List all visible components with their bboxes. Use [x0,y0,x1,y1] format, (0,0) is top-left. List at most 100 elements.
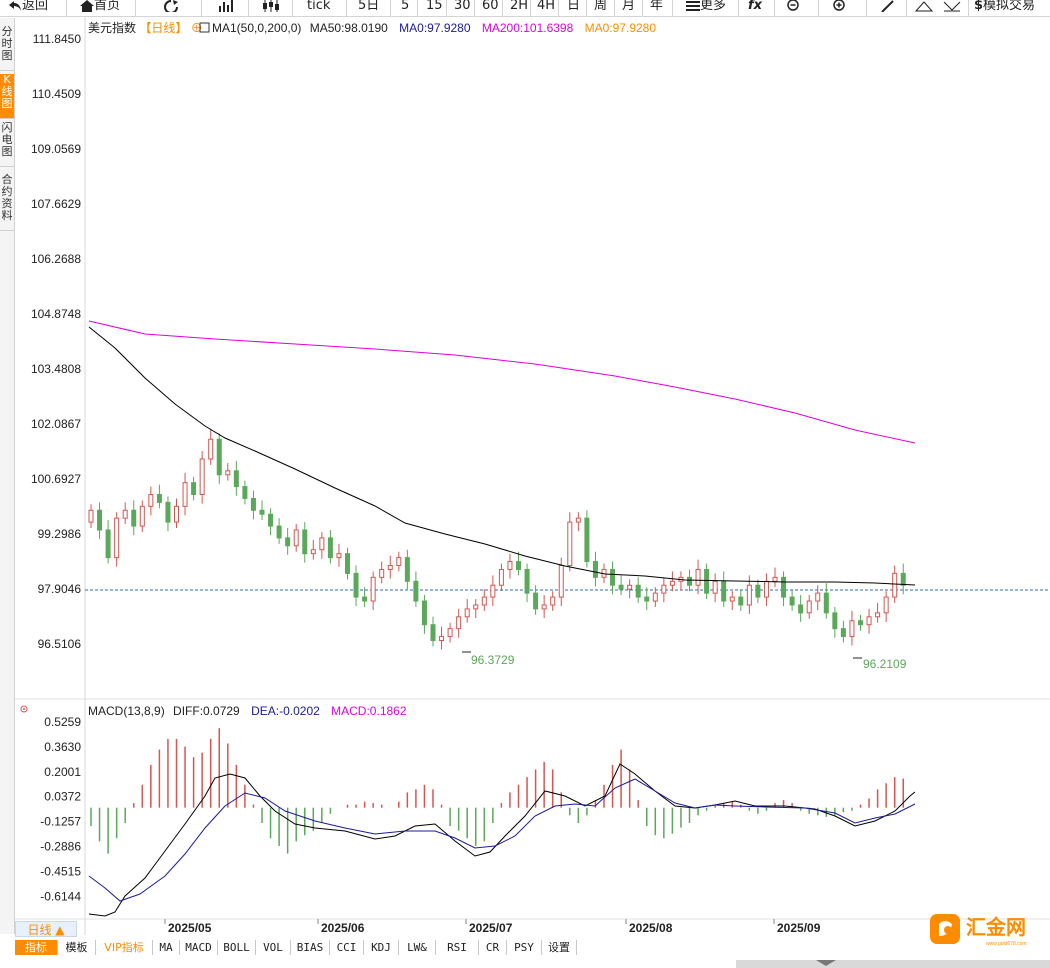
day-button[interactable]: 日 [567,0,580,16]
price-tick: 107.6629 [31,197,81,211]
candle-body [823,592,829,614]
candle-body [362,596,368,602]
h2-button[interactable]: 2H [510,0,528,16]
candle-body [558,565,564,598]
candle-body [396,557,402,567]
tab-time-chart[interactable]: 分时图 [0,26,14,71]
tick-button[interactable]: tick [307,0,330,16]
candle-body [156,493,162,503]
m60-button[interactable]: 60 [482,0,499,16]
price-tick: 99.2986 [38,527,82,541]
macd-dea: DEA:-0.0202 [251,704,320,718]
zoom-out-button[interactable] [786,0,802,16]
tab-cci[interactable]: CCI [330,940,364,955]
candle-body [498,568,504,586]
side-tab-bar: 分时图 K线图 闪电图 合约资料 [0,18,15,934]
five-day-button[interactable]: 5日 [358,0,379,16]
scroll-handle[interactable] [816,960,836,966]
tab-kdj[interactable]: KDJ [364,940,399,955]
candle-body [575,517,581,523]
tab-vip-indicator[interactable]: VIP指标 [96,940,153,955]
year-button[interactable]: 年 [650,0,663,16]
refresh-button[interactable] [163,0,179,16]
tab-k-chart[interactable]: K线图 [0,74,14,119]
m15-button[interactable]: 15 [426,0,443,16]
more-button[interactable]: 更多 [686,0,726,16]
h4-button[interactable]: 4H [537,0,555,16]
tab-settings[interactable]: 设置 [542,940,577,955]
zoom-in-button[interactable] [832,0,848,16]
candle-body [174,505,179,523]
tab-flash-chart[interactable]: 闪电图 [0,122,14,167]
ma200-line [88,320,916,444]
candle-body [473,604,479,610]
low-annotation-1: 96.3729 [471,653,515,667]
back-arrow-icon [9,1,21,11]
candle-body [421,600,427,626]
m5-button[interactable]: 5 [401,0,409,16]
horizontal-scrollbar[interactable] [736,960,1050,968]
tab-cr[interactable]: CR [479,940,507,955]
collapse-up-button[interactable] [914,0,934,16]
candle-body [883,596,889,614]
candle-body [832,612,838,630]
candle-body [336,553,342,559]
kline-chart[interactable]: 美元指数 【日线】 ⊕ MA1(50,0,200,0) MA50:98.0190… [15,16,1050,935]
tab-psy[interactable]: PSY [507,940,542,955]
tab-indicator[interactable]: 指标 [15,940,58,955]
tab-macd[interactable]: MACD [180,940,218,955]
candle-body [310,549,316,555]
draw-line-button[interactable] [880,0,896,16]
tab-ma[interactable]: MA [153,940,180,955]
sim-trade-button[interactable]: $ 模拟交易 [974,0,1035,16]
tab-boll[interactable]: BOLL [218,940,256,955]
tab-contract-info[interactable]: 合约资料 [0,174,14,231]
candle-body [610,568,616,586]
home-button[interactable]: 首页 [80,0,120,16]
candle-body [746,584,752,606]
tab-bias[interactable]: BIAS [291,940,330,955]
date-tick: 2025/05 [168,921,212,935]
candlestick-button[interactable] [262,0,280,16]
candle-body [293,529,299,547]
bar-chart-button[interactable] [218,0,236,16]
tab-vol[interactable]: VOL [256,940,291,955]
macd-settings-icon[interactable] [20,705,28,713]
ma0-value: MA0:97.9280 [399,21,471,35]
candle-body [755,584,761,598]
tab-template[interactable]: 模板 [58,940,96,955]
sim-trade-label: 模拟交易 [983,0,1036,13]
m30-button[interactable]: 30 [454,0,471,16]
candle-body [490,584,496,598]
candle-body [763,580,769,598]
candle-body [259,509,265,515]
h4-label: 4H [537,0,556,13]
m15-label: 15 [426,0,443,13]
h2-label: 2H [510,0,529,13]
candle-body [875,612,881,618]
candle-body [216,438,222,476]
back-button[interactable]: 返回 [8,0,48,16]
macd-tick: 0.2001 [44,765,81,779]
candle-body [199,458,205,495]
macd-dea-line [88,778,916,902]
tab-rsi[interactable]: RSI [436,940,479,955]
candlestick-icon [263,0,279,12]
formula-button[interactable]: fx [748,0,762,16]
tab-lw[interactable]: LW& [399,940,436,955]
week-button[interactable]: 周 [594,0,607,16]
candles [88,429,906,659]
candle-body [507,561,513,570]
month-button[interactable]: 月 [622,0,635,16]
price-tick: 110.4509 [32,87,81,101]
candle-body [669,580,675,586]
macd-tick: -0.4515 [40,864,81,878]
candle-body [644,596,650,602]
candle-body [319,537,325,551]
candle-body [413,580,419,602]
macd-tick: -0.1257 [40,815,81,829]
expand-down-button[interactable] [942,0,962,16]
candle-body [858,620,863,626]
macd-tick: 0.0372 [44,790,81,804]
price-tick: 106.2688 [31,252,81,266]
